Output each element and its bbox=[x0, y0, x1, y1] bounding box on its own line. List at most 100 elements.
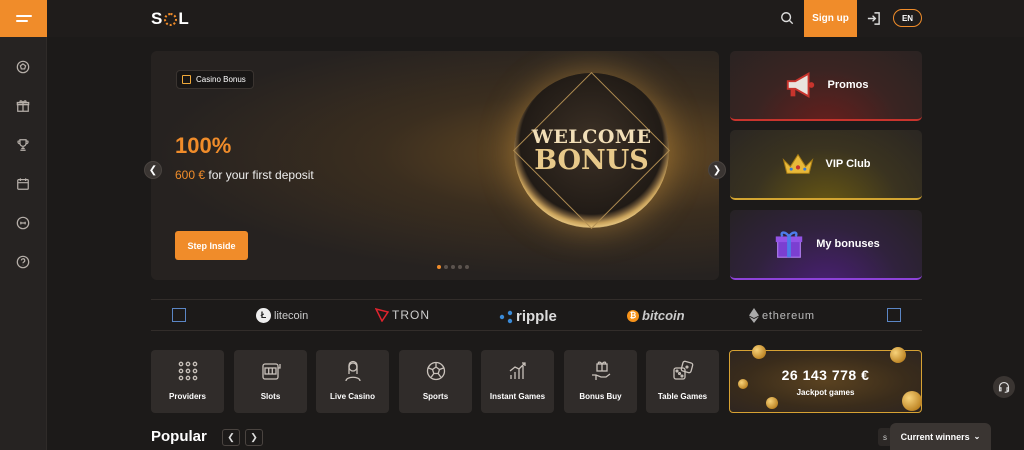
category-instant-games[interactable]: Instant Games bbox=[481, 350, 554, 413]
gold-coin bbox=[752, 345, 766, 359]
crypto-name: bitcoin bbox=[642, 308, 685, 323]
logo-letter-s: S bbox=[151, 9, 164, 28]
popular-section-title: Popular bbox=[151, 428, 207, 445]
ripple-icon bbox=[499, 310, 513, 323]
bar-chart-icon bbox=[509, 362, 526, 379]
calendar-icon[interactable] bbox=[14, 174, 32, 194]
soccer-ball-icon bbox=[426, 361, 445, 381]
logo-letter-l: L bbox=[178, 9, 190, 28]
category-label: Live Casino bbox=[330, 392, 375, 401]
hand-gift-icon bbox=[591, 361, 610, 380]
sidebar bbox=[0, 0, 47, 450]
crypto-name: ripple bbox=[516, 308, 557, 325]
promo-card-promos[interactable]: Promos bbox=[730, 51, 922, 121]
casino-bonus-tag: Casino Bonus bbox=[176, 70, 254, 89]
category-label: Providers bbox=[169, 392, 206, 401]
slide-dot[interactable] bbox=[465, 265, 469, 269]
slide-dot[interactable] bbox=[458, 265, 462, 269]
crypto-name: ethereum bbox=[762, 309, 815, 322]
sun-icon bbox=[164, 12, 178, 26]
menu-button[interactable] bbox=[0, 0, 47, 37]
gold-coin bbox=[766, 397, 778, 409]
gift-icon[interactable] bbox=[14, 96, 32, 116]
tron-icon bbox=[375, 308, 389, 322]
category-sports[interactable]: Sports bbox=[399, 350, 472, 413]
category-slots[interactable]: Slots bbox=[234, 350, 307, 413]
bonus-percent: 100% bbox=[175, 133, 232, 158]
live-dealer-icon bbox=[344, 360, 361, 382]
category-bonus-buy[interactable]: Bonus Buy bbox=[564, 350, 637, 413]
language-selector[interactable]: EN bbox=[893, 9, 922, 27]
gold-coin bbox=[738, 379, 748, 389]
crypto-tron: TRON bbox=[375, 308, 430, 322]
menu-line bbox=[15, 20, 28, 22]
current-winners-label: Current winners bbox=[900, 431, 970, 442]
crypto-strip: Ł litecoin TRON ripple ₿ bitcoin ethereu… bbox=[151, 299, 922, 331]
crypto-placeholder-icon bbox=[172, 308, 186, 322]
slide-dot[interactable] bbox=[437, 265, 441, 269]
welcome-bonus-coin-image: WELCOME BONUS bbox=[513, 72, 670, 229]
slide-dot[interactable] bbox=[444, 265, 448, 269]
litecoin-icon: Ł bbox=[256, 308, 271, 323]
menu-line bbox=[15, 15, 32, 17]
step-inside-button[interactable]: Step Inside bbox=[175, 231, 248, 260]
promo-card-bonuses[interactable]: My bonuses bbox=[730, 210, 922, 280]
slide-indicators bbox=[437, 265, 469, 269]
promo-label: Promos bbox=[827, 79, 869, 91]
help-icon[interactable] bbox=[14, 252, 32, 272]
crypto-placeholder-icon bbox=[887, 308, 901, 322]
logo[interactable]: SL bbox=[151, 9, 190, 29]
crypto-name: litecoin bbox=[274, 309, 309, 322]
bonus-subtitle: 600 € for your first deposit bbox=[175, 168, 314, 182]
crypto-name: TRON bbox=[392, 308, 430, 322]
bonus-amount: 600 € bbox=[175, 168, 206, 182]
category-label: Slots bbox=[260, 392, 281, 401]
slot-machine-icon bbox=[261, 363, 281, 380]
hero-banner[interactable]: Casino Bonus 100% 600 € for your first d… bbox=[151, 51, 719, 280]
hero-tag-label: Casino Bonus bbox=[196, 75, 246, 84]
hero-next-arrow[interactable]: ❯ bbox=[708, 161, 726, 179]
trophy-icon[interactable] bbox=[14, 135, 32, 155]
slide-dot[interactable] bbox=[451, 265, 455, 269]
popular-prev-button[interactable]: ❮ bbox=[222, 429, 240, 446]
category-label: Table Games bbox=[657, 392, 708, 401]
live-icon[interactable] bbox=[14, 213, 32, 233]
login-icon[interactable] bbox=[866, 11, 881, 26]
headset-icon bbox=[998, 381, 1010, 393]
chevron-down-icon: ⌄ bbox=[973, 432, 981, 441]
crypto-litecoin: Ł litecoin bbox=[256, 308, 308, 323]
support-chat-button[interactable] bbox=[993, 376, 1015, 398]
megaphone-icon bbox=[784, 68, 818, 102]
gold-coin bbox=[890, 347, 906, 363]
grid-dots-icon bbox=[178, 361, 197, 381]
crypto-bitcoin: ₿ bitcoin bbox=[627, 308, 685, 323]
category-label: Instant Games bbox=[489, 392, 546, 401]
jackpot-label: Jackpot games bbox=[796, 387, 855, 397]
bitcoin-icon: ₿ bbox=[627, 309, 639, 322]
gold-coin bbox=[902, 391, 922, 411]
current-winners-toggle[interactable]: Current winners ⌄ bbox=[890, 423, 991, 450]
crypto-ethereum: ethereum bbox=[749, 308, 815, 323]
crown-icon bbox=[781, 147, 815, 181]
category-table-games[interactable]: Table Games bbox=[646, 350, 719, 413]
jackpot-card[interactable]: 26 143 778 € Jackpot games bbox=[729, 345, 922, 413]
promo-card-vip[interactable]: VIP Club bbox=[730, 130, 922, 200]
dice-icon bbox=[672, 360, 693, 380]
sports-ball-icon[interactable] bbox=[14, 57, 32, 77]
bonus-subtitle-text: for your first deposit bbox=[208, 168, 314, 182]
category-label: Sports bbox=[422, 392, 449, 401]
ethereum-icon bbox=[749, 308, 759, 323]
gift-icon bbox=[182, 75, 191, 84]
popular-next-button[interactable]: ❯ bbox=[245, 429, 263, 446]
category-providers[interactable]: Providers bbox=[151, 350, 224, 413]
promo-label: My bonuses bbox=[816, 238, 880, 250]
category-label: Bonus Buy bbox=[579, 392, 622, 401]
search-icon[interactable] bbox=[780, 11, 794, 25]
crypto-ripple: ripple bbox=[499, 308, 557, 325]
hero-prev-arrow[interactable]: ❮ bbox=[144, 161, 162, 179]
jackpot-amount: 26 143 778 € bbox=[781, 366, 870, 383]
category-live-casino[interactable]: Live Casino bbox=[316, 350, 389, 413]
promo-label: VIP Club bbox=[825, 158, 871, 170]
signup-button[interactable]: Sign up bbox=[804, 0, 857, 37]
top-header: SL Sign up EN bbox=[47, 0, 1024, 37]
